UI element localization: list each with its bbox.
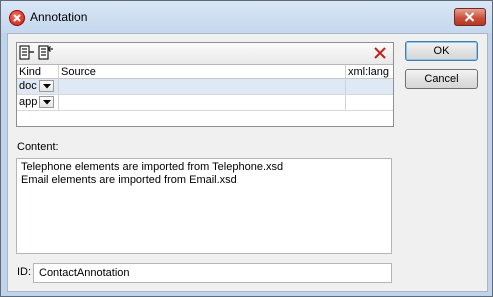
kind-value: doc (19, 80, 37, 92)
app-icon (9, 10, 25, 26)
kind-cell[interactable]: app (17, 95, 59, 110)
insert-row-button[interactable] (37, 44, 55, 62)
title-bar[interactable]: Annotation (1, 1, 492, 33)
delete-icon (374, 47, 386, 59)
window-title: Annotation (30, 10, 88, 24)
kind-dropdown-button[interactable] (39, 80, 54, 92)
content-line: Telephone elements are imported from Tel… (21, 161, 284, 173)
kind-cell[interactable]: doc (17, 79, 59, 94)
insert-row-icon (38, 45, 53, 60)
append-row-button[interactable] (18, 44, 36, 62)
kind-dropdown-button[interactable] (39, 96, 54, 108)
content-line: Email elements are imported from Email.x… (21, 174, 237, 186)
close-icon (464, 12, 475, 22)
delete-row-button[interactable] (373, 46, 387, 60)
annotation-grid: Kind Source xml:lang doc app (16, 42, 394, 127)
xml-lang-cell[interactable] (346, 79, 393, 94)
chevron-down-icon (43, 84, 51, 89)
column-header-source[interactable]: Source (59, 65, 346, 79)
kind-value: app (19, 96, 38, 108)
cancel-button[interactable]: Cancel (405, 69, 478, 89)
source-cell[interactable] (59, 95, 346, 110)
ok-button[interactable]: OK (405, 41, 478, 61)
xml-lang-cell[interactable] (346, 95, 393, 110)
column-header-xml-lang[interactable]: xml:lang (346, 65, 393, 79)
id-label: ID: (17, 266, 32, 278)
grid-toolbar (17, 43, 393, 65)
dialog-client: Kind Source xml:lang doc app Content: Te… (7, 33, 488, 292)
table-row[interactable]: doc (17, 79, 393, 95)
table-row[interactable]: app (17, 95, 393, 111)
close-button[interactable] (454, 8, 486, 26)
id-input[interactable]: ContactAnnotation (33, 263, 392, 283)
content-textarea[interactable]: Telephone elements are imported from Tel… (16, 158, 392, 254)
content-label: Content: (17, 141, 59, 153)
append-row-icon (19, 45, 34, 60)
source-cell[interactable] (59, 79, 346, 94)
column-header-kind[interactable]: Kind (17, 65, 59, 79)
chevron-down-icon (43, 100, 51, 105)
annotation-dialog: Annotation Kind Source xml:lang doc app … (0, 0, 493, 297)
